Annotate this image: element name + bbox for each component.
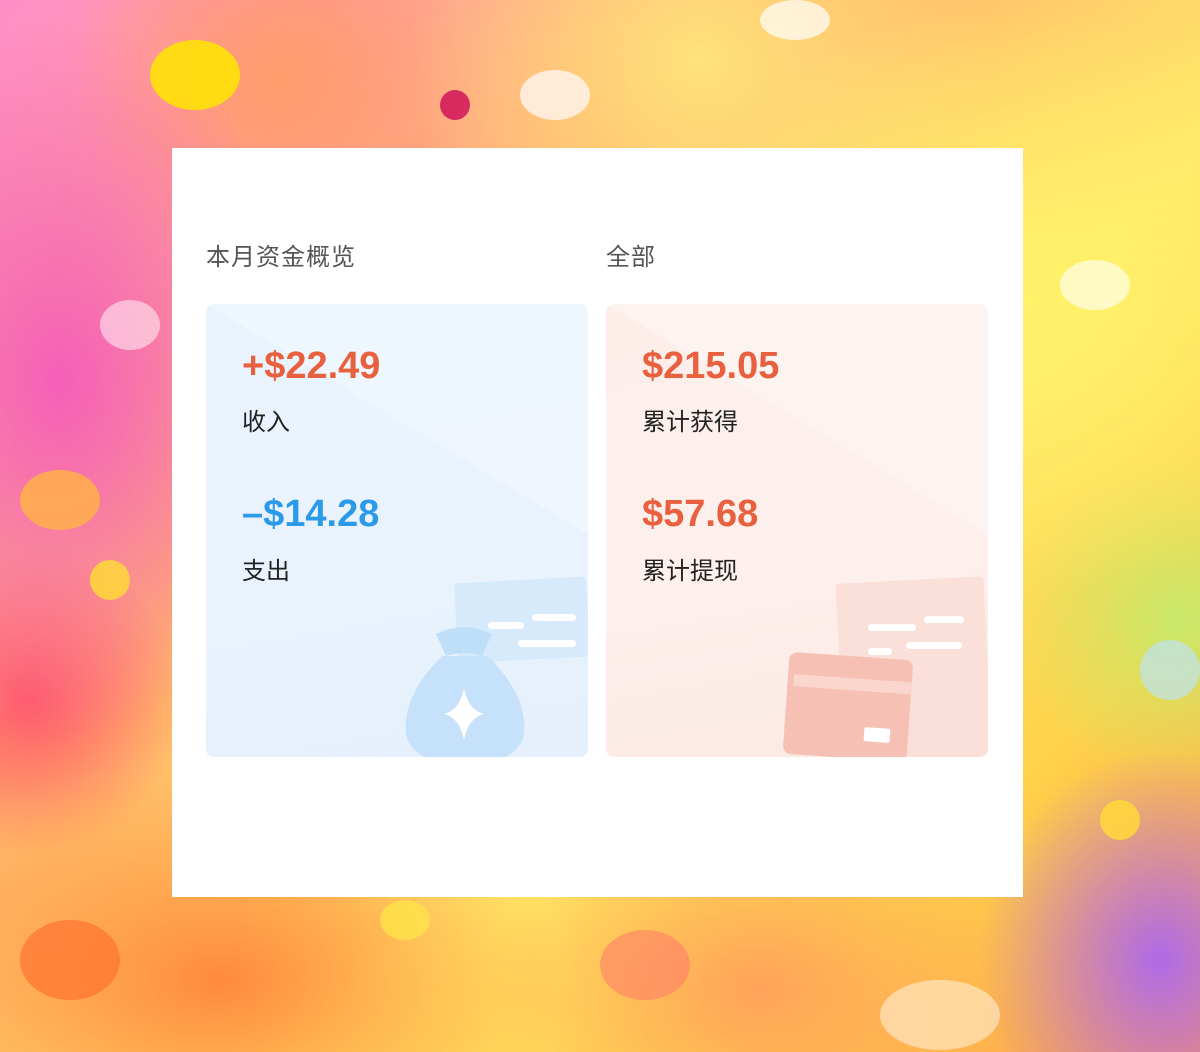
monthly-expense-label: 支出 bbox=[242, 557, 290, 585]
total-withdrawn-value: $57.68 bbox=[642, 493, 759, 535]
total-earned-label: 累计获得 bbox=[642, 408, 738, 436]
monthly-summary-panel[interactable]: +$22.49 收入 –$14.28 支出 bbox=[206, 304, 588, 757]
all-time-summary-panel[interactable]: $215.05 累计获得 $57.68 累计提现 bbox=[606, 304, 988, 757]
total-withdrawn-label: 累计提现 bbox=[642, 557, 738, 585]
monthly-income-value: +$22.49 bbox=[242, 345, 381, 387]
monthly-overview-title: 本月资金概览 bbox=[206, 243, 356, 271]
monthly-income-label: 收入 bbox=[242, 408, 290, 436]
all-time-title: 全部 bbox=[606, 243, 656, 271]
monthly-expense-value: –$14.28 bbox=[242, 493, 380, 535]
total-earned-value: $215.05 bbox=[642, 345, 780, 387]
